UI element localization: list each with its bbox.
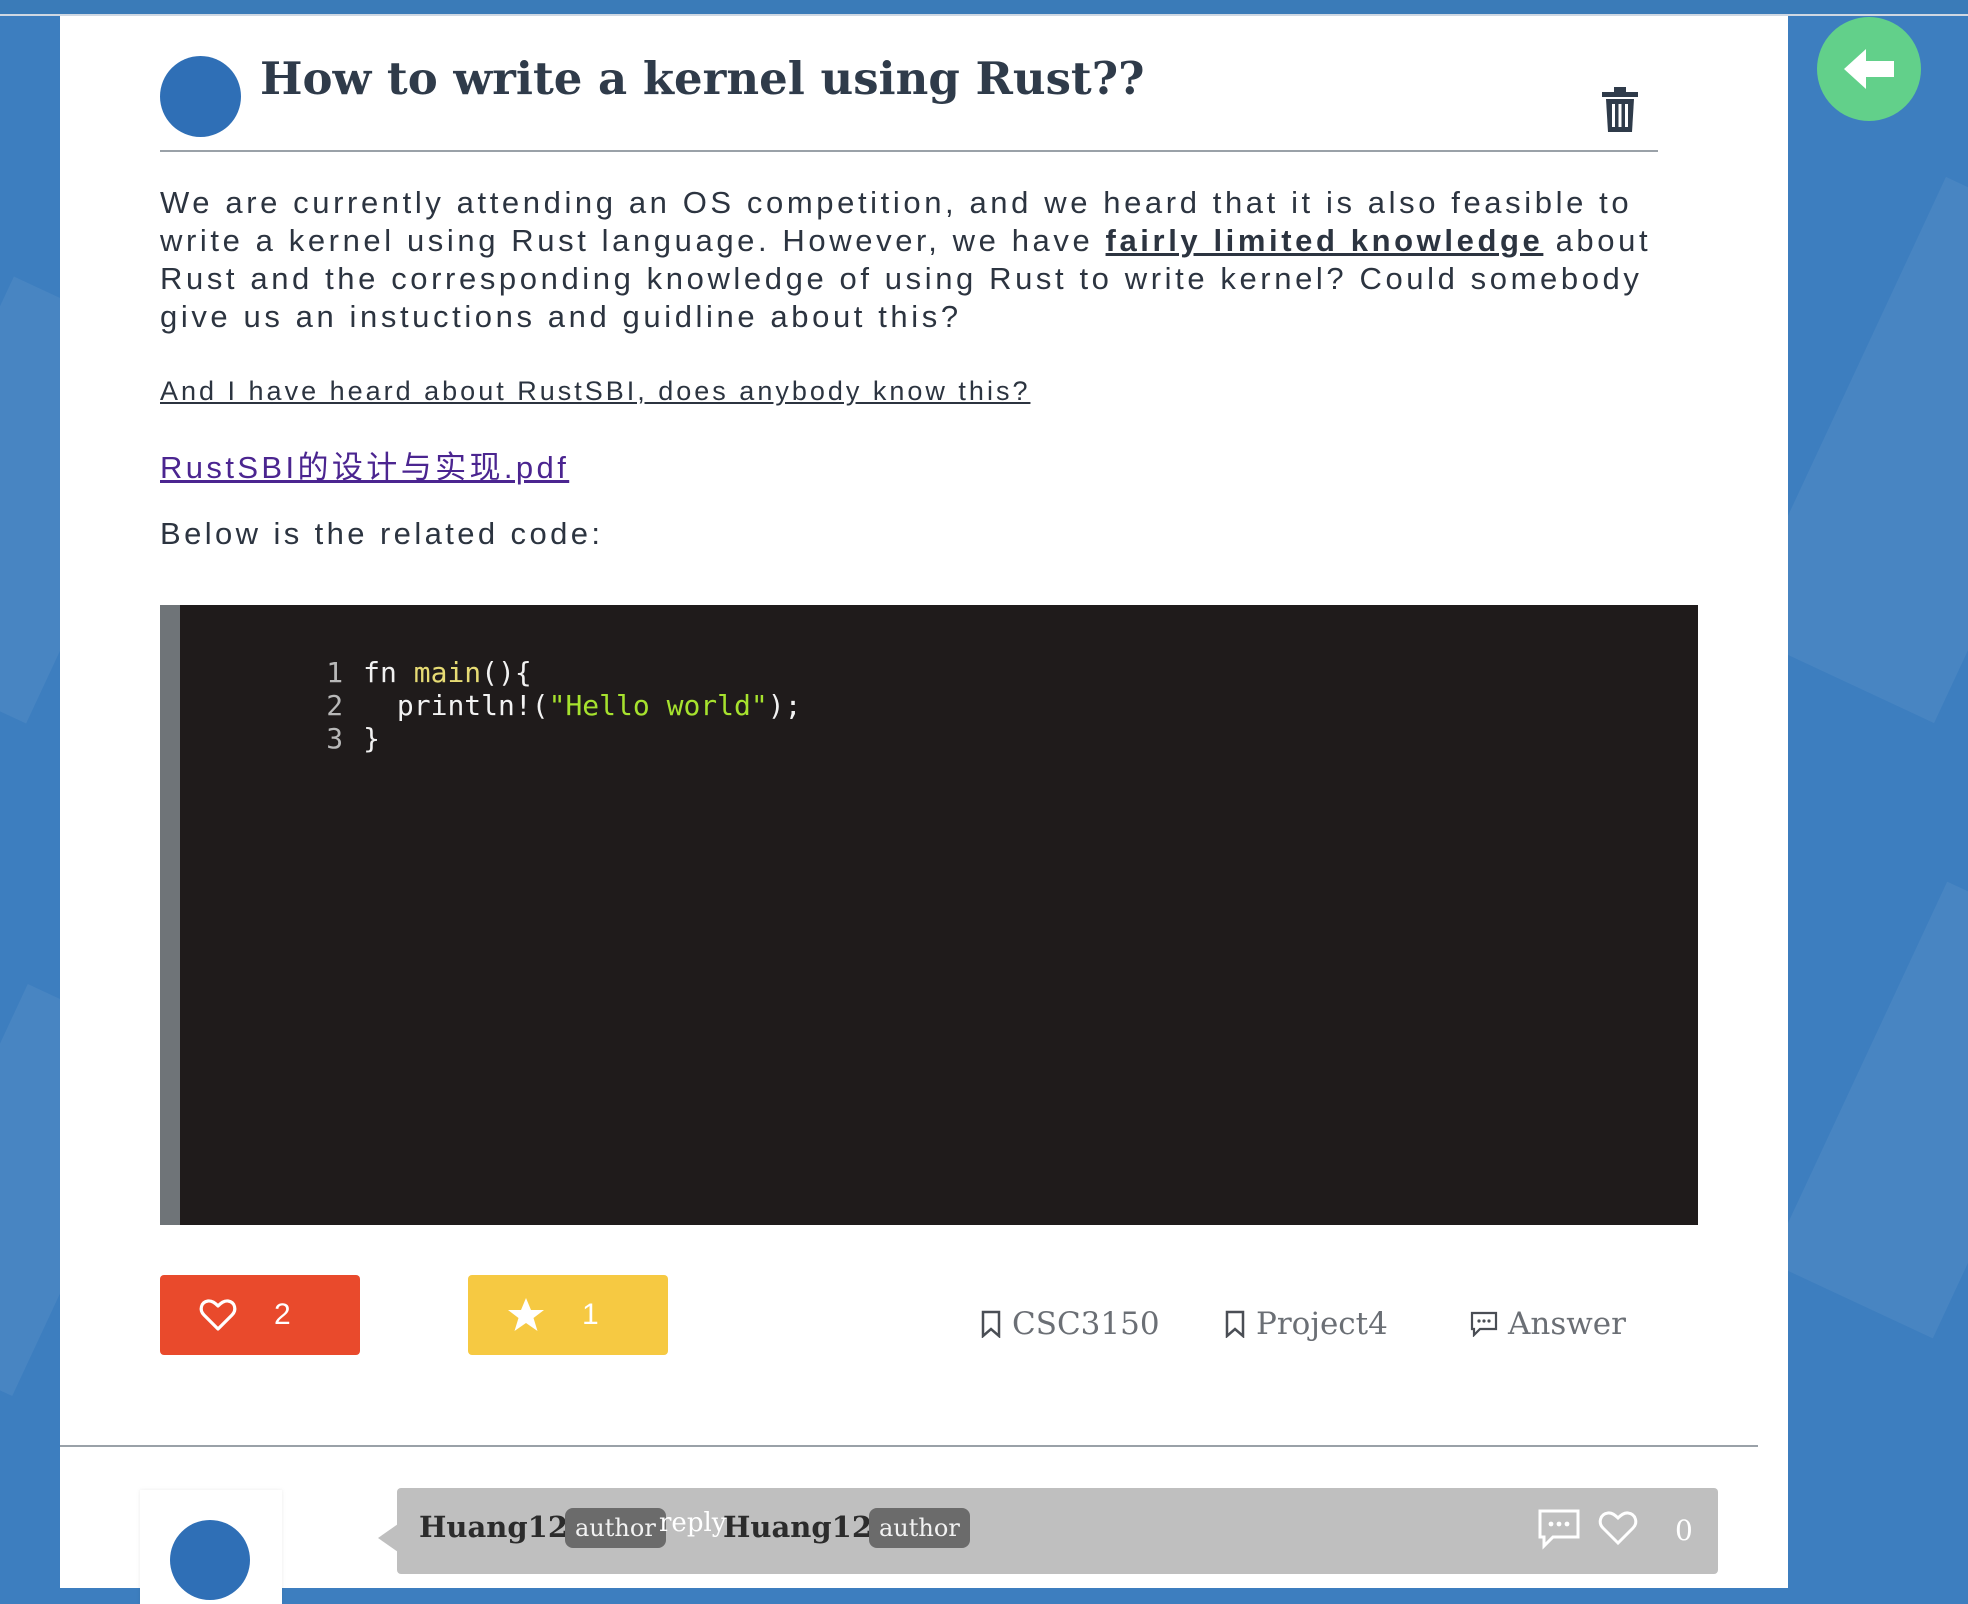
bookmark-icon <box>1225 1310 1245 1338</box>
comment-icon <box>1470 1311 1498 1337</box>
tag-project4[interactable]: Project4 <box>1224 1306 1388 1342</box>
tag-csc3150[interactable]: CSC3150 <box>980 1306 1160 1342</box>
attachment-link[interactable]: RustSBI的设计与实现.pdf <box>160 442 569 487</box>
title-divider <box>160 150 1658 152</box>
page-title: How to write a kernel using Rust?? <box>260 52 1145 105</box>
comment-avatar[interactable] <box>170 1520 250 1600</box>
post-body: We are currently attending an OS competi… <box>160 185 1652 334</box>
heart-icon <box>199 1299 237 1331</box>
comment-pointer <box>378 1524 398 1552</box>
reply-label: reply <box>659 1508 727 1538</box>
bookmark-icon <box>981 1310 1001 1338</box>
star-count: 1 <box>582 1298 599 1331</box>
bold-link[interactable]: fairly limited knowledge <box>1106 223 1544 258</box>
like-button[interactable]: 2 <box>160 1275 360 1355</box>
top-bar <box>0 0 1968 16</box>
favorite-button[interactable]: 1 <box>468 1275 668 1355</box>
trash-icon[interactable] <box>1600 86 1640 134</box>
comment-like-count: 0 <box>1675 1514 1693 1547</box>
back-arrow-icon <box>1844 49 1894 89</box>
line-number: 3 <box>326 722 344 755</box>
avatar[interactable] <box>160 56 241 137</box>
comment-icon[interactable] <box>1537 1508 1581 1550</box>
code-intro: Below is the related code: <box>160 516 604 551</box>
comments-divider <box>60 1445 1758 1447</box>
back-button[interactable] <box>1817 17 1921 121</box>
post-card: How to write a kernel using Rust?? We ar… <box>60 16 1788 1604</box>
like-count: 2 <box>274 1298 291 1331</box>
author-badge: author <box>869 1508 970 1548</box>
answer-button[interactable]: Answer <box>1470 1306 1626 1342</box>
underlined-line: And I have heard about RustSBI, does any… <box>160 376 1031 406</box>
heart-icon[interactable] <box>1597 1508 1639 1548</box>
author-badge: author <box>565 1508 666 1548</box>
code-line: 3} <box>180 689 380 755</box>
code-editor[interactable]: 1 fn main(){ 2 println!("Hello world"); 3… <box>160 605 1698 1225</box>
star-icon <box>508 1298 544 1331</box>
comment-header: Huang1234 author reply Huang1234 author … <box>397 1488 1718 1574</box>
